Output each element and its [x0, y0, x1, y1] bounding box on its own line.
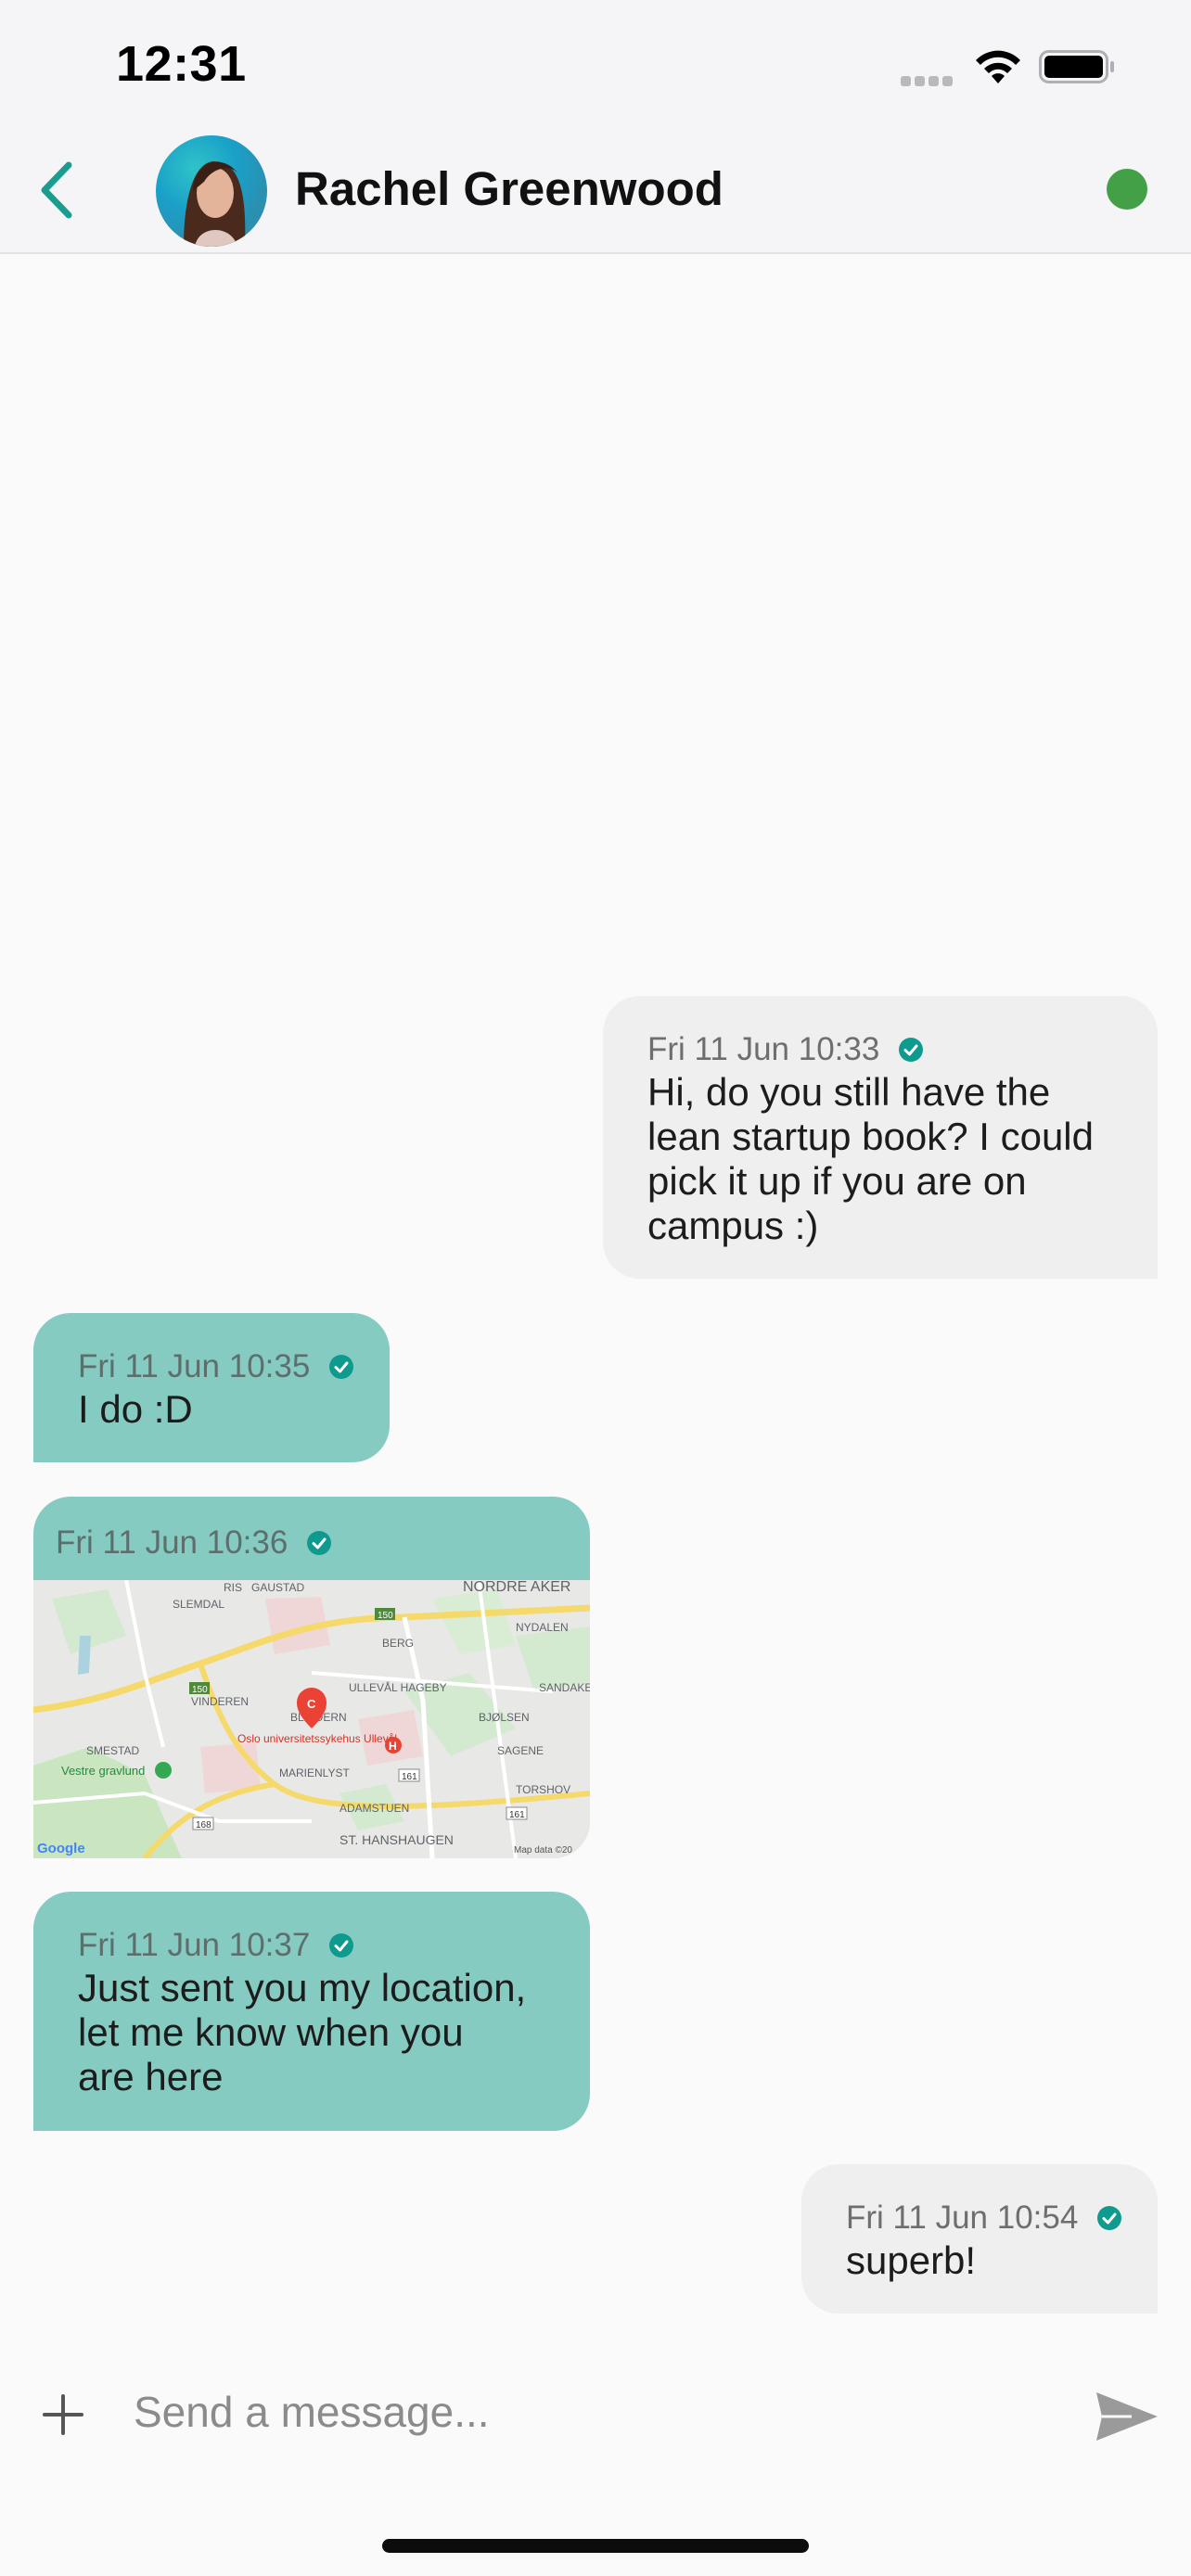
map-label: NORDRE AKER [463, 1580, 570, 1595]
signal-icon [901, 74, 956, 91]
message-text: Hi, do you still have the lean startup b… [647, 1070, 1094, 1247]
status-time: 12:31 [116, 36, 247, 92]
map-label: ST. HANSHAUGEN [339, 1832, 454, 1847]
check-circle-icon [329, 1355, 354, 1379]
battery-icon [1039, 50, 1114, 83]
map-label: ADAMSTUEN [339, 1802, 409, 1815]
road-shield: 161 [402, 1772, 417, 1782]
message-text: superb! [846, 2238, 977, 2282]
contact-name[interactable]: Rachel Greenwood [295, 161, 724, 216]
google-logo: Google [37, 1841, 85, 1856]
message-meta: Fri 11 Jun 10:37 [78, 1927, 590, 1964]
back-chevron-icon[interactable] [35, 159, 80, 221]
location-message-bubble[interactable]: Fri 11 Jun 10:36 RIS GAUSTAD NORDRE AKER… [33, 1497, 590, 1858]
map-attribution: Map data ©20 [514, 1845, 572, 1855]
message-text: Just sent you my location, let me know w… [78, 1966, 527, 2098]
message-timestamp: Fri 11 Jun 10:36 [56, 1524, 288, 1561]
map-label: SLEMDAL [173, 1598, 224, 1611]
online-status-dot [1107, 169, 1147, 210]
road-shield: 150 [192, 1685, 208, 1695]
map-label: MARIENLYST [279, 1766, 350, 1779]
map-label: VINDEREN [191, 1695, 249, 1708]
map-preview[interactable]: RIS GAUSTAD NORDRE AKER SLEMDAL BERG NYD… [33, 1580, 590, 1858]
road-shield: 161 [509, 1810, 525, 1820]
message-input[interactable] [132, 2374, 1063, 2450]
map-label-hospital: Oslo universitetssykehus Ullevål [237, 1732, 397, 1745]
plus-icon[interactable] [39, 2391, 87, 2439]
status-bar: 12:31 [0, 0, 1191, 126]
send-icon[interactable] [1095, 2389, 1159, 2444]
map-label: BERG [382, 1637, 414, 1650]
message-meta: Fri 11 Jun 10:54 [846, 2200, 1158, 2237]
map-label: SANDAKER [539, 1681, 590, 1694]
message-text: I do :D [78, 1387, 193, 1431]
map-label: NYDALEN [516, 1621, 569, 1634]
message-timestamp: Fri 11 Jun 10:35 [78, 1348, 311, 1384]
map-label: SAGENE [497, 1744, 544, 1757]
message-meta: Fri 11 Jun 10:36 [56, 1524, 590, 1562]
avatar[interactable] [156, 135, 267, 247]
message-meta: Fri 11 Jun 10:33 [647, 1031, 1158, 1068]
map-label: SMESTAD [86, 1744, 139, 1757]
home-indicator[interactable] [382, 2539, 809, 2553]
chat-header: Rachel Greenwood [0, 126, 1191, 254]
message-timestamp: Fri 11 Jun 10:54 [846, 2200, 1079, 2236]
road-shield: 168 [196, 1820, 211, 1830]
message-bubble-received[interactable]: Fri 11 Jun 10:35 I do :D [33, 1313, 390, 1462]
map-label-park: Vestre gravlund [61, 1764, 145, 1778]
message-composer [0, 2355, 1191, 2467]
message-meta: Fri 11 Jun 10:35 [78, 1348, 390, 1385]
road-shield: 150 [378, 1611, 393, 1621]
map-label: BJØLSEN [479, 1711, 530, 1724]
message-timestamp: Fri 11 Jun 10:33 [647, 1031, 880, 1067]
check-circle-icon [1097, 2206, 1122, 2230]
message-timestamp: Fri 11 Jun 10:37 [78, 1927, 311, 1963]
map-label: TORSHOV [516, 1783, 570, 1796]
map-label: ULLEVÅL HAGEBY [349, 1680, 447, 1694]
map-label: RIS [224, 1581, 242, 1594]
map-label: GAUSTAD [251, 1581, 304, 1594]
svg-text:H: H [389, 1740, 397, 1753]
message-bubble-sent[interactable]: Fri 11 Jun 10:33 Hi, do you still have t… [603, 996, 1158, 1279]
pin-label: C [307, 1697, 316, 1711]
wifi-icon [976, 50, 1020, 83]
message-bubble-sent[interactable]: Fri 11 Jun 10:54 superb! [801, 2164, 1158, 2314]
check-circle-icon [329, 1933, 354, 1958]
check-circle-icon [899, 1038, 924, 1062]
message-bubble-received[interactable]: Fri 11 Jun 10:37 Just sent you my locati… [33, 1892, 590, 2131]
check-circle-icon [307, 1531, 332, 1555]
